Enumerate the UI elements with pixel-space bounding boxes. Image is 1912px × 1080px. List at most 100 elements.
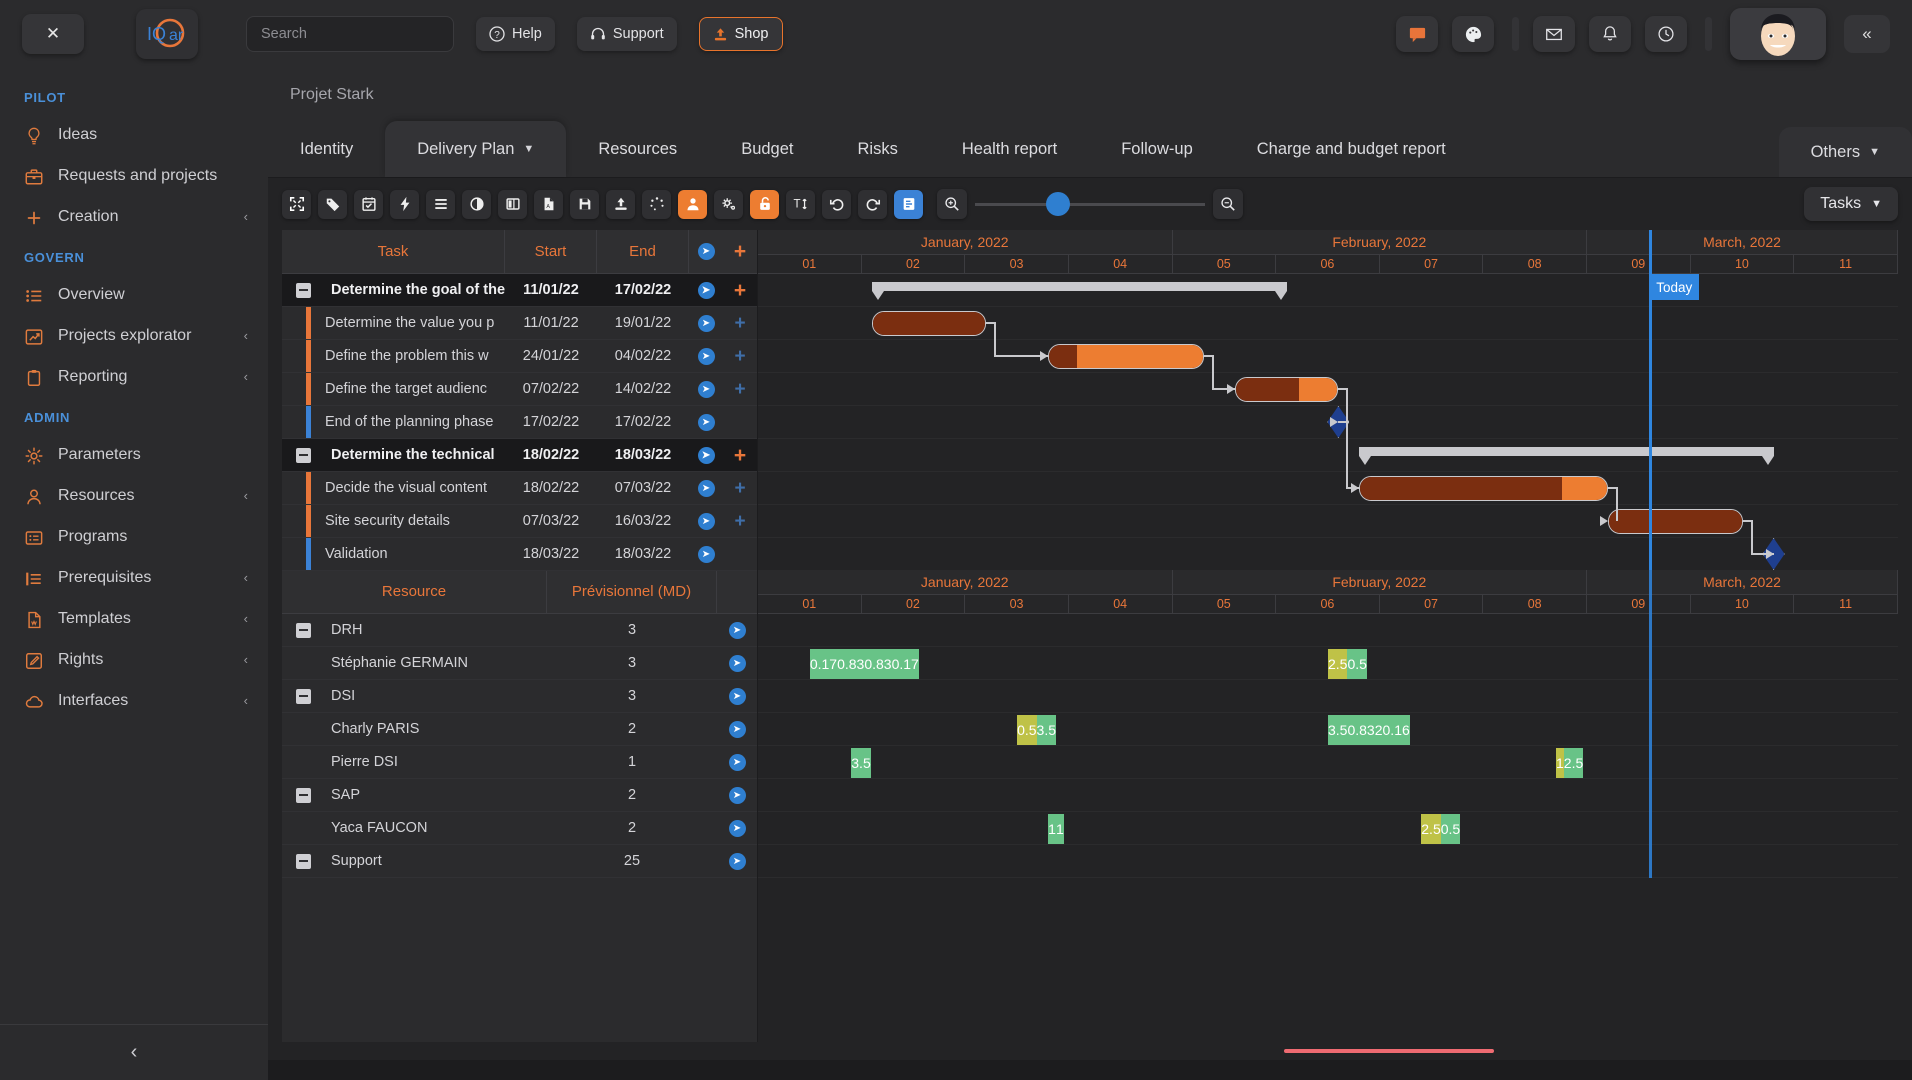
goto-cell[interactable]: ➤ <box>689 373 723 405</box>
list-item[interactable]: DRH 3 ➤ <box>282 614 757 647</box>
list-item[interactable]: Support 25 ➤ <box>282 845 757 878</box>
toolbar-pdf-file-button[interactable]: A <box>534 189 563 219</box>
table-row[interactable]: Define the target audienc 07/02/22 14/02/2… <box>282 373 757 406</box>
collapse-toggle[interactable] <box>296 447 311 463</box>
end-col-header[interactable]: End <box>597 229 689 274</box>
help-button[interactable]: ? Help <box>476 17 555 51</box>
gantt-row[interactable] <box>758 373 1898 406</box>
goto-cell[interactable]: ➤ <box>689 307 723 339</box>
resource-goto-cell[interactable]: ➤ <box>717 786 757 804</box>
gantt-task-bar[interactable] <box>1048 344 1204 369</box>
add-cell[interactable]: + <box>723 274 757 306</box>
sidebar-item-programs[interactable]: Programs <box>0 517 268 558</box>
sidebar-collapse-button[interactable]: ‹ <box>0 1024 268 1080</box>
sidebar-item-parameters[interactable]: Parameters <box>0 435 268 476</box>
resource-goto-cell[interactable]: ➤ <box>717 852 757 870</box>
sidebar-item-reporting[interactable]: Reporting ‹ <box>0 357 268 398</box>
start-col-header[interactable]: Start <box>505 229 597 274</box>
gantt-task-bar[interactable] <box>872 311 986 336</box>
collapse-toggle[interactable] <box>296 622 311 638</box>
add-cell[interactable]: + <box>723 505 757 537</box>
add-cell[interactable]: + <box>723 340 757 372</box>
avatar[interactable] <box>1730 8 1826 60</box>
planned-col-header[interactable]: Prévisionnel (MD) <box>547 569 717 614</box>
zoom-out-button[interactable] <box>1213 189 1243 219</box>
toolbar-contrast-circle-button[interactable] <box>462 189 491 219</box>
histogram-bar[interactable]: 3.5 <box>851 748 955 778</box>
resource-goto-cell[interactable]: ➤ <box>717 687 757 705</box>
sidebar-item-resources[interactable]: Resources ‹ <box>0 476 268 517</box>
sidebar-item-templates[interactable]: Templates ‹ <box>0 599 268 640</box>
close-button[interactable]: ✕ <box>22 14 84 54</box>
list-item[interactable]: Stéphanie GERMAIN 3 ➤ <box>282 647 757 680</box>
toolbar-fit-screen-button[interactable] <box>282 189 311 219</box>
histogram-row[interactable] <box>758 680 1898 713</box>
gantt-row[interactable] <box>758 274 1898 307</box>
histogram-bar[interactable]: 0.17 0.83 0.83 0.17 <box>809 649 1225 679</box>
toolbar-person-button[interactable] <box>678 189 707 219</box>
sidebar-item-requests-and-projects[interactable]: Requests and projects <box>0 156 268 197</box>
toolbar-upload-button[interactable] <box>606 189 635 219</box>
resource-goto-cell[interactable]: ➤ <box>717 654 757 672</box>
history-button[interactable] <box>1645 16 1687 52</box>
histogram-bar[interactable]: 1 2.5 <box>1556 748 1763 778</box>
gantt-summary-bar[interactable] <box>1359 447 1774 465</box>
sidebar-item-interfaces[interactable]: Interfaces ‹ <box>0 681 268 722</box>
zoom-slider-track[interactable] <box>975 192 1205 216</box>
goto-cell[interactable]: ➤ <box>689 472 723 504</box>
tab-budget[interactable]: Budget <box>709 121 825 177</box>
gantt-chart[interactable]: January, 2022 February, 2022 March, 2022 01… <box>758 230 1898 570</box>
tab-resources[interactable]: Resources <box>566 121 709 177</box>
list-item[interactable]: Charly PARIS 2 ➤ <box>282 713 757 746</box>
list-item[interactable]: DSI 3 ➤ <box>282 680 757 713</box>
histogram-row[interactable]: 0.17 0.83 0.83 0.17 2.5 0.5 <box>758 647 1898 680</box>
resource-col-header[interactable]: Resource <box>282 569 547 614</box>
sidebar-item-creation[interactable]: Creation ‹ <box>0 197 268 238</box>
table-row[interactable]: Determine the goal of the 11/01/22 17/02/2… <box>282 274 757 307</box>
toolbar-unlock-button[interactable] <box>750 189 779 219</box>
shop-button[interactable]: Shop <box>698 17 783 51</box>
gantt-row[interactable] <box>758 307 1898 340</box>
add-cell[interactable]: + <box>723 373 757 405</box>
table-row[interactable]: Define the problem this w 24/01/22 04/02/2… <box>282 340 757 373</box>
sidebar-item-ideas[interactable]: Ideas <box>0 115 268 156</box>
histogram-row[interactable]: 1 1 2.5 0.5 <box>758 812 1898 845</box>
sidebar-item-projects-explorator[interactable]: Projects explorator ‹ <box>0 316 268 357</box>
gantt-row[interactable] <box>758 406 1898 439</box>
histogram-bars-area[interactable]: 0.17 0.83 0.83 0.17 2.5 0.5 0.5 3.5 3.5 0.83 2 0.16… <box>758 570 1898 878</box>
toolbar-undo-button[interactable] <box>822 189 851 219</box>
add-cell[interactable]: + <box>723 439 757 471</box>
sidebar-item-prerequisites[interactable]: Prerequisites ‹ <box>0 558 268 599</box>
tasks-dropdown[interactable]: Tasks ▼ <box>1804 187 1898 221</box>
task-col-header[interactable]: Task <box>282 229 505 274</box>
histogram-bar[interactable]: 2.5 0.5 <box>1421 814 1628 844</box>
gantt-task-bar[interactable] <box>1234 377 1339 402</box>
collapse-toggle[interactable] <box>296 853 311 869</box>
gantt-task-bar[interactable] <box>1359 476 1608 501</box>
histogram-row[interactable]: 3.5 1 2.5 <box>758 746 1898 779</box>
sidebar-item-overview[interactable]: Overview <box>0 275 268 316</box>
goto-cell[interactable]: ➤ <box>689 406 723 438</box>
gantt-row[interactable] <box>758 340 1898 373</box>
gantt-summary-bar[interactable] <box>872 282 1287 300</box>
goto-cell[interactable]: ➤ <box>689 274 723 306</box>
table-row[interactable]: Determine the technical 18/02/22 18/03/22 ➤… <box>282 439 757 472</box>
gantt-bars-area[interactable]: Today <box>758 230 1898 570</box>
goto-cell[interactable]: ➤ <box>689 340 723 372</box>
histogram-row[interactable]: 0.5 3.5 3.5 0.83 2 0.16 <box>758 713 1898 746</box>
notifications-button[interactable] <box>1589 16 1631 52</box>
add-cell[interactable]: + <box>723 307 757 339</box>
search-input[interactable] <box>261 26 439 42</box>
histogram-bar[interactable]: 3.5 0.83 2 0.16 <box>1328 715 1743 745</box>
support-button[interactable]: Support <box>576 17 677 51</box>
tab-follow-up[interactable]: Follow-up <box>1089 121 1225 177</box>
search-box[interactable] <box>246 16 454 52</box>
theme-button[interactable] <box>1452 16 1494 52</box>
app-logo[interactable]: IQ ar <box>136 9 198 59</box>
toolbar-tag-button[interactable] <box>318 189 347 219</box>
collapse-toggle[interactable] <box>296 787 311 803</box>
resource-goto-cell[interactable]: ➤ <box>717 621 757 639</box>
toolbar-columns-button[interactable] <box>498 189 527 219</box>
histogram-bar[interactable]: 2.5 0.5 <box>1328 649 1535 679</box>
toolbar-redo-button[interactable] <box>858 189 887 219</box>
